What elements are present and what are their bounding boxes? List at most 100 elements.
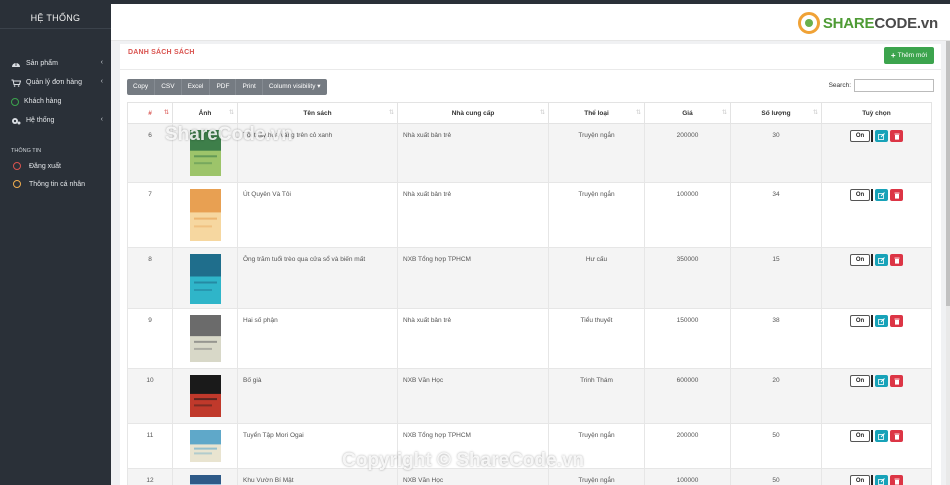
col-header-price[interactable]: Giá ⇅ [644,102,731,124]
plus-icon: + [890,51,896,60]
row-actions: On [822,130,931,142]
toggle-handle [871,315,873,327]
cell-genre: Truyện ngắn [548,468,645,485]
chevron-left-icon: ‹ [100,116,103,123]
sidebar-brand: HỆ THỐNG [30,13,81,23]
status-toggle[interactable]: On [850,130,870,142]
panel-header: DANH SÁCH SÁCH + Thêm mới [120,44,941,70]
col-header-quantity[interactable]: Số lượng ⇅ [730,102,822,124]
cell-image [172,368,238,424]
cell-title: Út Quyên Và Tôi [237,182,398,248]
cell-options: On [821,308,932,369]
edit-button[interactable] [875,130,888,142]
row-actions: On [822,315,931,327]
col-header-image[interactable]: Ảnh ⇅ [172,102,238,124]
add-new-label: Thêm mới [897,52,928,59]
col-header-supplier[interactable]: Nhà cung cấp ⇅ [397,102,549,124]
edit-button[interactable] [875,254,888,266]
row-actions: On [822,189,931,201]
delete-button[interactable] [890,430,903,442]
edit-icon [878,317,885,325]
edit-button[interactable] [875,315,888,327]
copy-button[interactable]: Copy [127,79,156,95]
csv-button[interactable]: CSV [155,79,182,95]
toggle-handle [871,130,873,142]
sort-icon: ⇅ [721,110,727,116]
sidebar-item-system[interactable]: Hệ thống ‹ [0,111,111,130]
col-header-index[interactable]: # ⇅ [127,102,173,124]
cell-price: 100000 [644,182,731,248]
cell-quantity: 30 [730,123,822,183]
cell-title: Khu Vườn Bí Mật [237,468,398,485]
table-row: 8 Ông trăm tuổi trèo qua cửa sổ và biến m… [127,247,932,309]
sidebar-item-label: Hệ thống [26,117,55,124]
delete-button[interactable] [890,375,903,387]
dashboard-icon [12,62,20,67]
sidebar-item-orders[interactable]: Quản lý đơn hàng ‹ [0,73,111,92]
edit-button[interactable] [875,375,888,387]
excel-button[interactable]: Excel [182,79,211,95]
cell-title: Tôi thấy hoa vàng trên cỏ xanh [237,123,398,183]
chevron-left-icon: ‹ [100,59,103,66]
search-input[interactable] [854,79,934,92]
book-cover-image [189,475,221,485]
delete-button[interactable] [890,315,903,327]
status-toggle[interactable]: On [850,315,870,327]
book-cover-image [189,430,221,462]
pdf-button[interactable]: PDF [210,79,237,95]
cell-index: 9 [127,308,173,369]
delete-button[interactable] [890,475,903,485]
cell-options: On [821,423,932,469]
status-toggle[interactable]: On [850,475,870,485]
edit-icon [878,191,885,199]
sort-icon: ⇅ [539,110,545,116]
book-list-panel: DANH SÁCH SÁCH + Thêm mới Copy CSV Excel… [120,44,941,485]
column-visibility-button[interactable]: Column visibility ▾ [263,79,327,95]
table-row: 6 Tôi thấy hoa vàng trên cỏ xanh Nhà xuất … [127,123,932,183]
sort-icon: ⇅ [228,110,234,116]
table-row: 11 Tuyển Tập Mori Ogai NXB Tổng hợp TPHCM T… [127,423,932,469]
edit-button[interactable] [875,475,888,485]
edit-icon [878,377,885,385]
edit-button[interactable] [875,189,888,201]
row-actions: On [822,430,931,442]
circle-red-icon [13,162,21,170]
col-header-title[interactable]: Tên sách ⇅ [237,102,398,124]
status-toggle[interactable]: On [850,430,870,442]
cell-image [172,468,238,485]
cell-price: 600000 [644,368,731,424]
print-button[interactable]: Print [236,79,263,95]
cell-genre: Truyện ngắn [548,123,645,183]
trash-icon [894,133,899,140]
table-row: 7 Út Quyên Và Tôi Nhà xuất bản trẻ Truyện n… [127,182,932,248]
status-toggle[interactable]: On [850,254,870,266]
status-toggle[interactable]: On [850,189,870,201]
cell-quantity: 38 [730,308,822,369]
cell-title: Bố già [237,368,398,424]
sidebar-item-logout[interactable]: Đăng xuất [0,157,111,175]
sidebar-item-customers[interactable]: Khách hàng [0,92,111,111]
cell-image [172,247,238,309]
delete-button[interactable] [890,254,903,266]
book-cover-image [189,375,221,417]
delete-button[interactable] [890,130,903,142]
sidebar-item-profile[interactable]: Thông tin cá nhân [0,175,111,193]
cell-price: 100000 [644,468,731,485]
cell-quantity: 15 [730,247,822,309]
logo-text: SHARECODE.vn [822,14,938,32]
cell-price: 350000 [644,247,731,309]
add-new-button[interactable]: + Thêm mới [884,47,934,64]
sidebar-menu: Sản phẩm ‹ Quản lý đơn hàng ‹ Khách hàng… [0,54,111,130]
page-title: DANH SÁCH SÁCH [128,49,195,56]
sidebar-item-products[interactable]: Sản phẩm ‹ [0,54,111,73]
cell-options: On [821,468,932,485]
chevron-left-icon: ‹ [100,78,103,85]
scrollbar-thumb[interactable] [946,41,950,306]
status-toggle[interactable]: On [850,375,870,387]
edit-button[interactable] [875,430,888,442]
delete-button[interactable] [890,189,903,201]
col-header-genre[interactable]: Thể loại ⇅ [548,102,645,124]
sidebar-item-label: Quản lý đơn hàng [26,79,82,86]
table-body: 6 Tôi thấy hoa vàng trên cỏ xanh Nhà xuất … [127,123,932,485]
table-row: 12 Khu Vườn Bí Mật NXB Văn Học Truyện ngắn 1… [127,468,932,485]
